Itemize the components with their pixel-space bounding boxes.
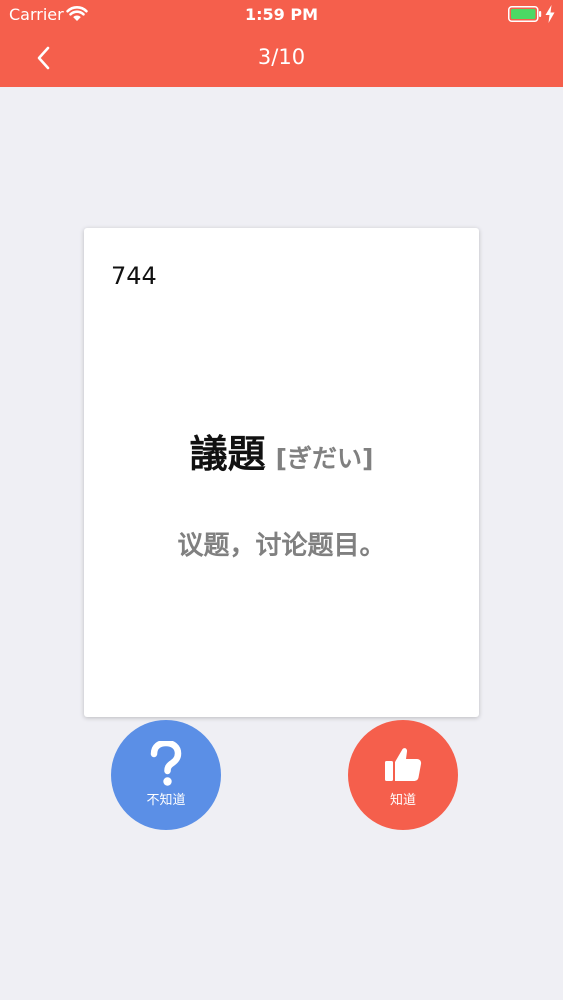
- nav-bar: 3/10: [0, 30, 563, 87]
- unknown-button[interactable]: 不知道: [111, 720, 221, 830]
- unknown-button-label: 不知道: [146, 793, 186, 808]
- question-mark-icon: [111, 740, 221, 788]
- known-button[interactable]: 知道: [348, 720, 458, 830]
- card-number: 744: [111, 262, 157, 290]
- battery-icon: [508, 6, 542, 22]
- charging-bolt-icon: [545, 5, 555, 23]
- word-reading: [ぎだい]: [275, 444, 374, 473]
- known-button-label: 知道: [389, 793, 416, 808]
- header: Carrier 1:59 PM 3/10: [0, 0, 563, 87]
- word-kanji: 議題: [189, 432, 266, 476]
- thumbs-up-icon: [348, 740, 458, 788]
- word-meaning: 议题，讨论题目。: [177, 531, 386, 561]
- status-time: 1:59 PM: [244, 5, 318, 24]
- status-bar: Carrier 1:59 PM: [0, 0, 563, 30]
- word-line: 議題 [ぎだい]: [84, 423, 479, 478]
- page-title: 3/10: [257, 45, 306, 69]
- flashcard: 744 議題 [ぎだい] 议题，讨论题目。: [84, 228, 479, 717]
